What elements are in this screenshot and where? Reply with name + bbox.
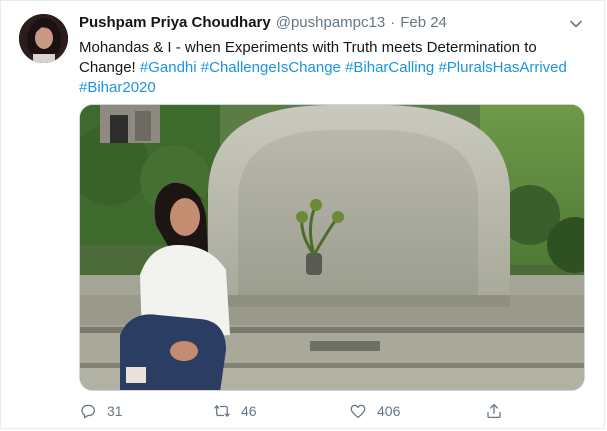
like-count: 406: [377, 403, 401, 419]
share-icon: [487, 403, 501, 419]
tweet-text: Mohandas & I - when Experiments with Tru…: [79, 38, 584, 98]
tweet-actions: 31 46 406: [79, 400, 579, 422]
reply-icon: [81, 404, 96, 419]
tweet-card[interactable]: Pushpam Priya Choudhary @pushpampc13 · F…: [0, 0, 605, 429]
tweet-date[interactable]: Feb 24: [400, 14, 447, 31]
avatar[interactable]: [19, 14, 68, 63]
share-button[interactable]: [485, 400, 503, 422]
hashtag-link[interactable]: #PluralsHasArrived: [438, 59, 566, 76]
hashtag-link[interactable]: #Gandhi: [140, 59, 197, 76]
author-name[interactable]: Pushpam Priya Choudhary: [79, 14, 271, 31]
retweet-icon: [214, 405, 230, 417]
hashtag-link[interactable]: #Bihar2020: [79, 79, 156, 96]
hashtag-link[interactable]: #ChallengeIsChange: [201, 59, 341, 76]
hashtag-link[interactable]: #BiharCalling: [345, 59, 434, 76]
retweet-count: 46: [241, 403, 257, 419]
chevron-down-icon[interactable]: [568, 16, 584, 32]
like-button[interactable]: 406: [349, 400, 400, 422]
reply-button[interactable]: 31: [79, 400, 123, 422]
separator-dot: ·: [390, 14, 396, 31]
reply-count: 31: [107, 403, 123, 419]
tweet-photo[interactable]: [79, 104, 585, 391]
retweet-button[interactable]: 46: [213, 400, 257, 422]
tweet-header: Pushpam Priya Choudhary @pushpampc13 · F…: [79, 14, 447, 34]
heart-icon: [350, 404, 366, 419]
author-handle[interactable]: @pushpampc13: [276, 14, 385, 31]
